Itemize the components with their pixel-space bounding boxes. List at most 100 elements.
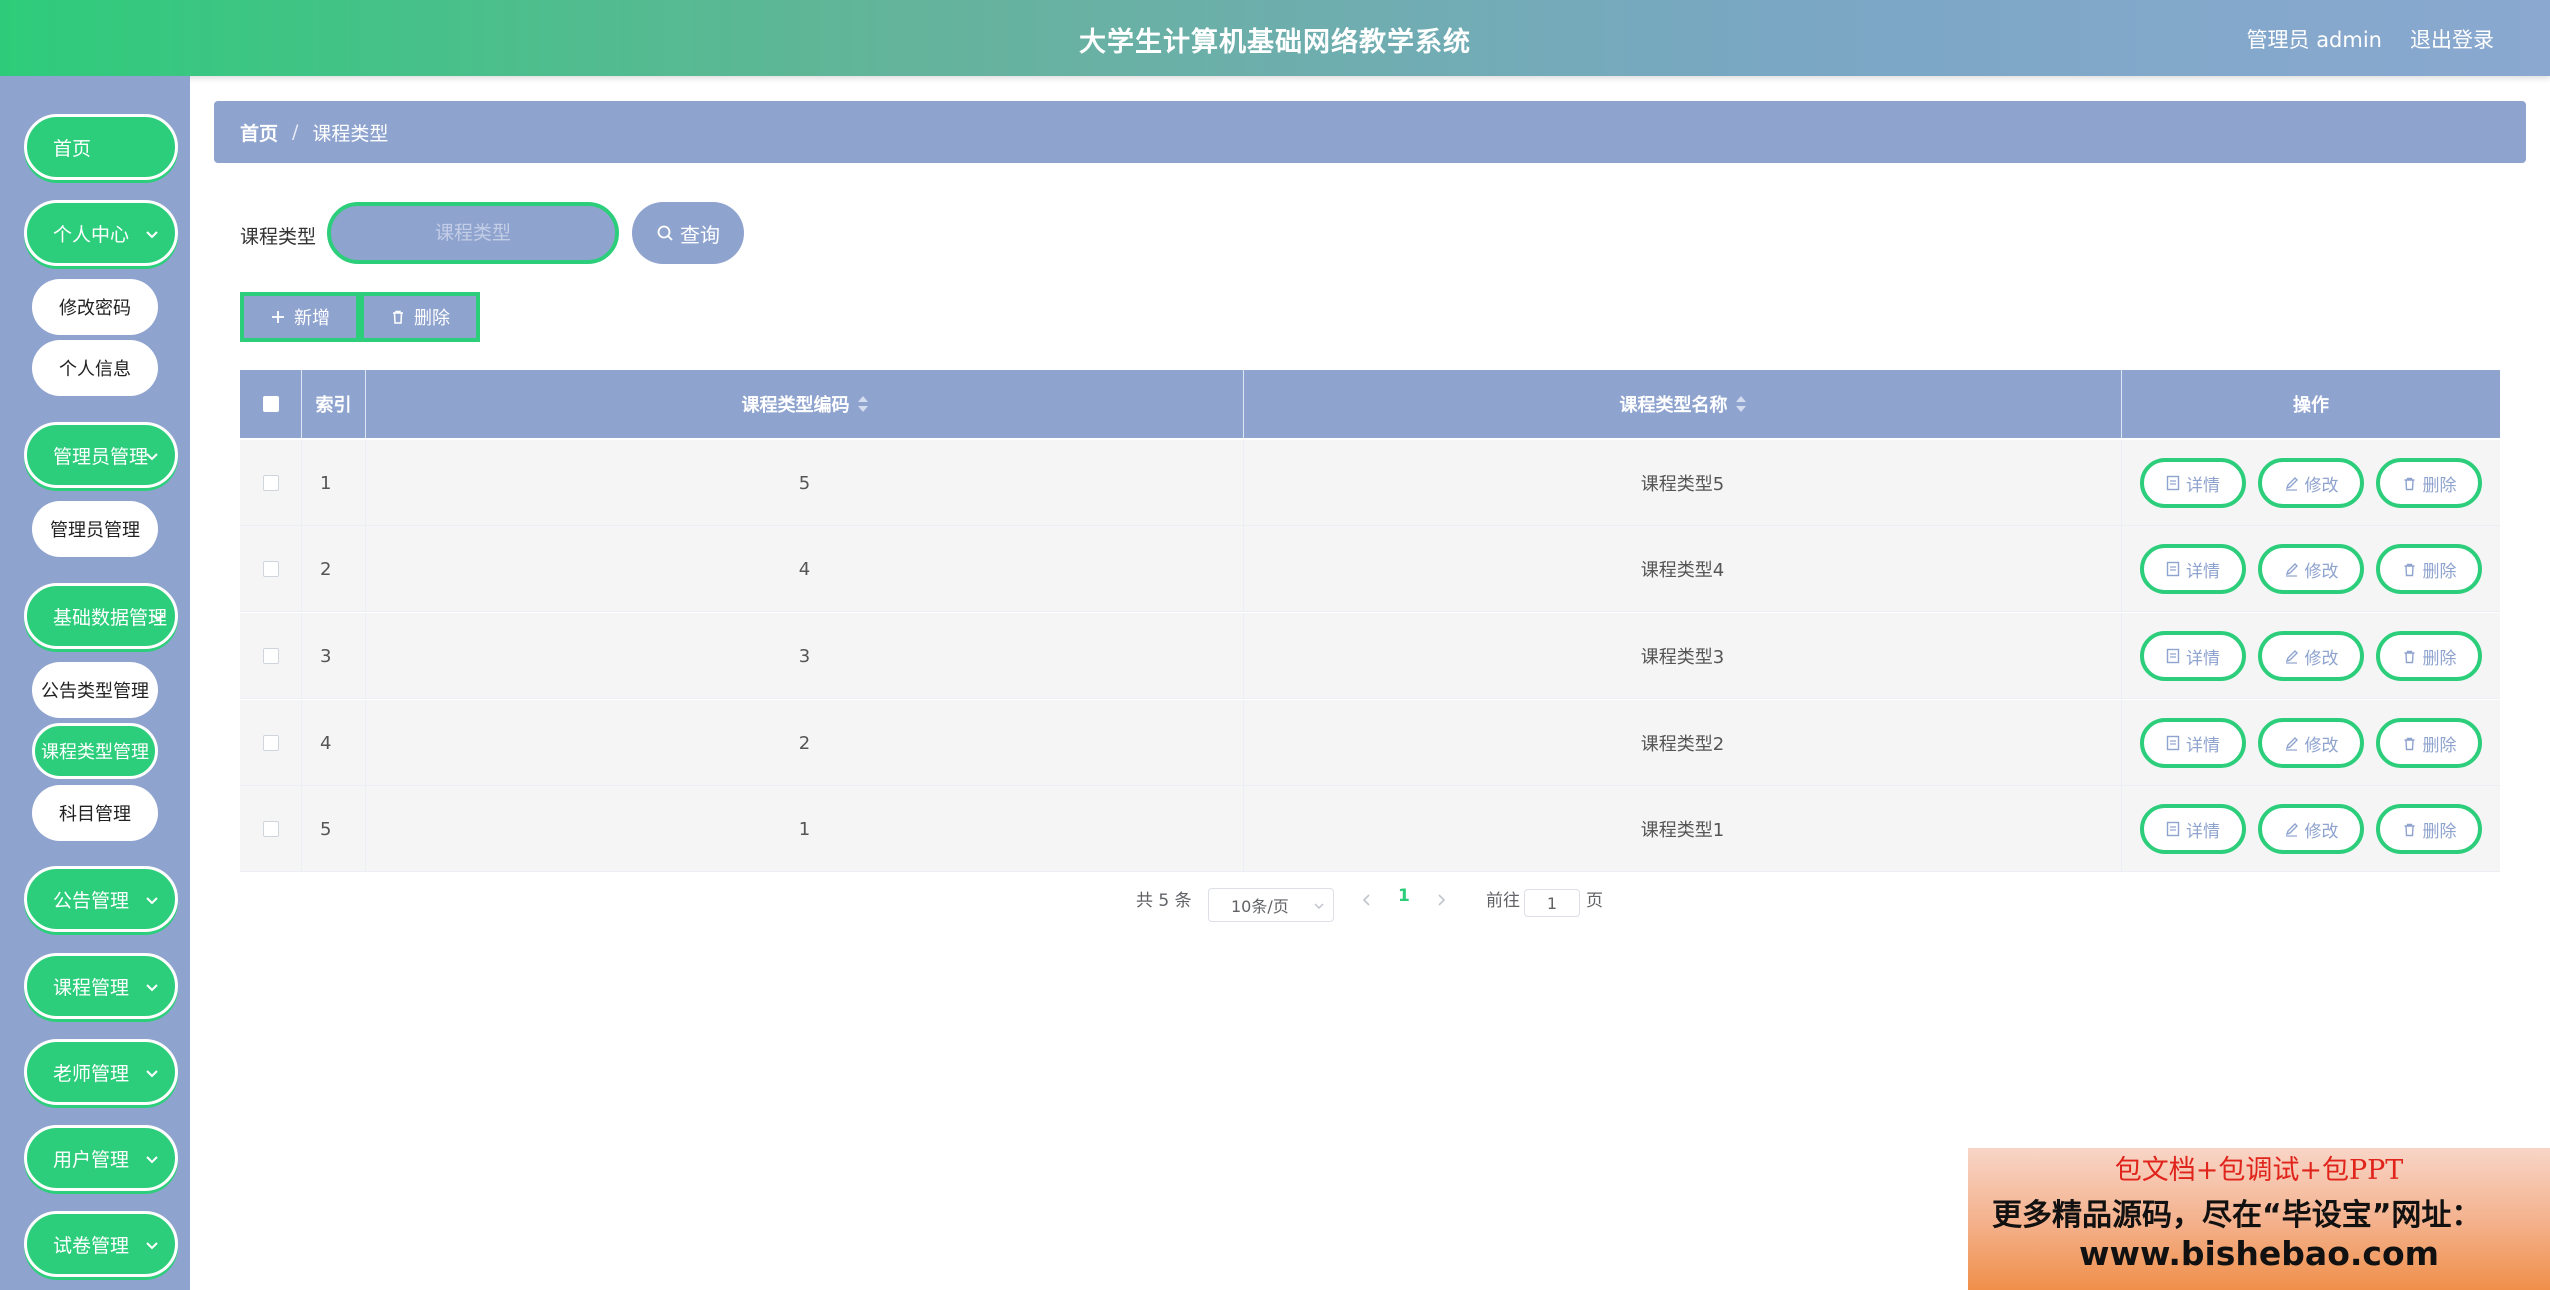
sidebar-item-label: 管理员管理	[53, 445, 149, 468]
row-checkbox[interactable]	[262, 648, 279, 664]
delete-button[interactable]: 删除	[2376, 804, 2482, 854]
sidebar-item-basic-data[interactable]: 基础数据管理	[24, 583, 178, 649]
select-all-checkbox[interactable]	[262, 396, 279, 412]
edit-button[interactable]: 修改	[2258, 804, 2364, 854]
page-number-current[interactable]: 1	[1398, 886, 1410, 906]
column-header-name-label: 课程类型名称	[1619, 395, 1728, 416]
sidebar-item-exam[interactable]: 试卷管理	[24, 1211, 178, 1277]
edit-icon	[2285, 476, 2298, 491]
page-size-value: 10条/页	[1231, 897, 1289, 916]
search-input[interactable]	[327, 202, 619, 264]
table-row[interactable]: 5 1 课程类型1 详情 修改 删除	[240, 786, 2500, 872]
document-icon	[2166, 648, 2180, 664]
sidebar-item-label: 公告管理	[53, 889, 130, 912]
document-icon	[2166, 561, 2180, 577]
row-checkbox[interactable]	[262, 561, 279, 577]
batch-delete-button[interactable]: 删除	[360, 292, 480, 342]
sidebar-item-label: 个人信息	[59, 359, 131, 380]
row-name: 课程类型1	[1244, 786, 2122, 872]
delete-button-label: 删除	[2422, 735, 2457, 756]
detail-button[interactable]: 详情	[2140, 458, 2246, 508]
app-title: 大学生计算机基础网络教学系统	[1079, 27, 1471, 58]
column-header-code[interactable]: 课程类型编码	[366, 370, 1244, 438]
delete-button-label: 删除	[2422, 475, 2457, 496]
sidebar-item-notice-type[interactable]: 公告类型管理	[32, 662, 158, 718]
column-header-ops: 操作	[2293, 395, 2329, 416]
sidebar-item-subject[interactable]: 科目管理	[32, 785, 158, 841]
table-row[interactable]: 2 4 课程类型4 详情 修改 删除	[240, 526, 2500, 612]
column-header-name[interactable]: 课程类型名称	[1244, 370, 2122, 438]
sidebar-item-label: 老师管理	[53, 1062, 130, 1085]
page-size-select[interactable]: 10条/页	[1208, 888, 1334, 922]
delete-button[interactable]: 删除	[2376, 458, 2482, 508]
row-code: 2	[366, 700, 1244, 786]
sidebar-item-label: 个人中心	[53, 223, 130, 246]
add-button[interactable]: 新增	[240, 292, 360, 342]
edit-icon	[2285, 562, 2298, 577]
detail-button[interactable]: 详情	[2140, 718, 2246, 768]
delete-button[interactable]: 删除	[2376, 718, 2482, 768]
row-index: 1	[302, 440, 366, 526]
sidebar-item-change-password[interactable]: 修改密码	[32, 279, 158, 335]
search-icon	[657, 225, 673, 241]
chevron-down-icon	[152, 614, 164, 622]
row-code: 5	[366, 440, 1244, 526]
row-index: 3	[302, 613, 366, 699]
sidebar-item-admin[interactable]: 管理员管理	[24, 422, 178, 488]
sidebar-item-course-type[interactable]: 课程类型管理	[32, 723, 158, 779]
chevron-down-icon	[146, 453, 158, 461]
table-row[interactable]: 4 2 课程类型2 详情 修改 删除	[240, 700, 2500, 786]
edit-button[interactable]: 修改	[2258, 631, 2364, 681]
sidebar-item-admin-sub[interactable]: 管理员管理	[32, 501, 158, 557]
sort-icon[interactable]	[1735, 396, 1746, 412]
chevron-down-icon	[146, 1156, 158, 1164]
row-checkbox[interactable]	[262, 475, 279, 491]
sort-icon[interactable]	[857, 396, 868, 412]
sidebar-item-user[interactable]: 用户管理	[24, 1125, 178, 1191]
table-row[interactable]: 1 5 课程类型5 详情 修改 删除	[240, 440, 2500, 526]
document-icon	[2166, 821, 2180, 837]
promo-banner[interactable]: 包文档+包调试+包PPT 更多精品源码，尽在“毕设宝”网址： www.bishe…	[1968, 1148, 2550, 1290]
query-button[interactable]: 查询	[632, 202, 744, 264]
prev-page-icon[interactable]	[1360, 893, 1374, 907]
sidebar-item-personal-info[interactable]: 个人信息	[32, 340, 158, 396]
logout-link[interactable]: 退出登录	[2410, 24, 2494, 54]
column-header-index: 索引	[302, 370, 366, 438]
edit-button-label: 修改	[2304, 821, 2339, 842]
trash-icon	[2404, 737, 2414, 750]
table-row[interactable]: 3 3 课程类型3 详情 修改 删除	[240, 613, 2500, 699]
breadcrumb: 首页 / 课程类型	[214, 101, 2526, 163]
goto-page-input[interactable]	[1524, 889, 1580, 917]
batch-delete-label: 删除	[414, 308, 450, 329]
sidebar-item-course[interactable]: 课程管理	[24, 953, 178, 1019]
sidebar-item-label: 课程管理	[53, 976, 130, 999]
page-suffix: 页	[1586, 891, 1603, 911]
current-user: 管理员 admin	[2246, 28, 2382, 52]
select-all-cell	[240, 370, 302, 438]
breadcrumb-home[interactable]: 首页	[240, 119, 278, 146]
row-code: 1	[366, 786, 1244, 872]
row-checkbox[interactable]	[262, 821, 279, 837]
row-select-cell	[240, 440, 302, 526]
detail-button[interactable]: 详情	[2140, 544, 2246, 594]
breadcrumb-current: 课程类型	[312, 122, 389, 145]
delete-button[interactable]: 删除	[2376, 631, 2482, 681]
sidebar-item-personal[interactable]: 个人中心	[24, 200, 178, 266]
delete-button[interactable]: 删除	[2376, 544, 2482, 594]
sidebar-item-notice[interactable]: 公告管理	[24, 866, 178, 932]
row-checkbox[interactable]	[262, 735, 279, 751]
edit-icon	[2285, 649, 2298, 664]
next-page-icon[interactable]	[1434, 893, 1448, 907]
edit-button[interactable]: 修改	[2258, 544, 2364, 594]
sidebar-item-teacher[interactable]: 老师管理	[24, 1039, 178, 1105]
edit-button[interactable]: 修改	[2258, 458, 2364, 508]
edit-icon	[2285, 736, 2298, 751]
detail-button[interactable]: 详情	[2140, 631, 2246, 681]
row-ops: 详情 修改 删除	[2122, 700, 2500, 786]
delete-button-label: 删除	[2422, 561, 2457, 582]
row-select-cell	[240, 613, 302, 699]
trash-icon	[393, 310, 403, 324]
detail-button[interactable]: 详情	[2140, 804, 2246, 854]
edit-button[interactable]: 修改	[2258, 718, 2364, 768]
sidebar-item-home[interactable]: 首页	[24, 114, 178, 180]
